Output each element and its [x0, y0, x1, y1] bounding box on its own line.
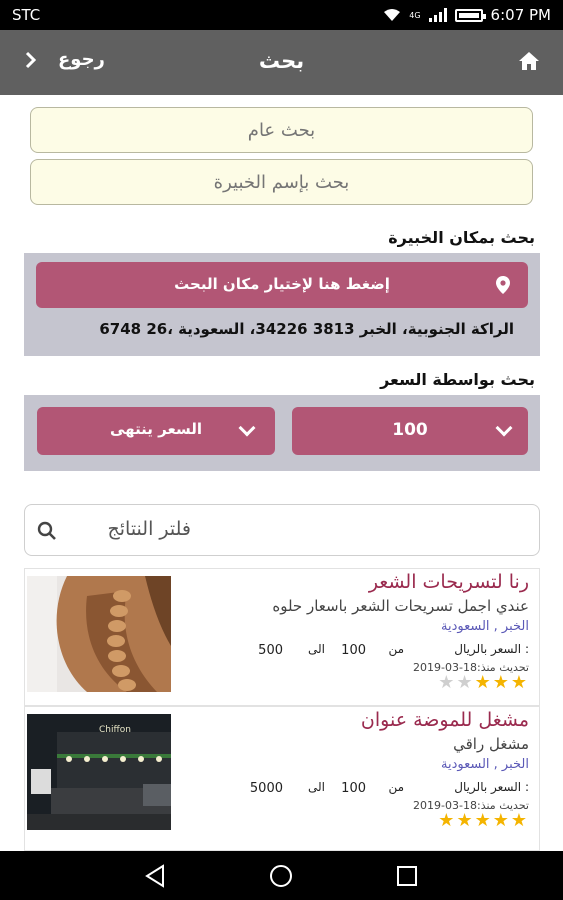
price-from-value: 100: [341, 643, 366, 658]
price-label: السعر بالريال :: [454, 780, 529, 794]
price-to-value: 5000: [249, 781, 283, 796]
battery-icon: [454, 8, 486, 22]
price-from-label: من: [388, 780, 404, 794]
network-type-label: 4G: [409, 10, 421, 20]
price-to-label: الى: [308, 780, 325, 794]
max-price-select[interactable]: السعر ينتهى: [37, 407, 275, 455]
results-filter-input[interactable]: فلتر النتائج: [24, 504, 540, 556]
price-from-label: من: [388, 642, 404, 656]
price-section-label: بحث بواسطة السعر: [380, 370, 535, 389]
star-filled-icon: ★: [492, 672, 509, 693]
expert-name-search-input[interactable]: [30, 159, 533, 205]
star-filled-icon: ★: [456, 810, 473, 831]
star-filled-icon: ★: [474, 810, 491, 831]
star-filled-icon: ★: [510, 672, 527, 693]
price-to-value: 500: [258, 643, 283, 658]
star-filled-icon: ★: [474, 672, 491, 693]
app-header: رجوع بحث: [0, 30, 563, 95]
salon-storefront-night-photo-icon: Chiffon: [27, 714, 171, 830]
rating-stars: ★ ★ ★ ★ ★: [438, 812, 527, 830]
price-panel: 100 السعر ينتهى: [24, 395, 540, 471]
search-icon: [37, 521, 56, 540]
result-name[interactable]: مشغل للموضة عنوان: [361, 709, 529, 731]
page-title: بحث: [258, 49, 305, 73]
filter-placeholder: فلتر النتائج: [107, 518, 191, 540]
star-filled-icon: ★: [492, 810, 509, 831]
result-description: عندي اجمل تسريحات الشعر باسعار حلوه: [272, 597, 529, 615]
status-bar: STC 4G 6:07 PM: [0, 0, 563, 30]
star-empty-icon: ★: [456, 672, 473, 693]
price-label: السعر بالريال :: [454, 642, 529, 656]
result-city: الخبر , السعودية: [441, 619, 529, 634]
price-from-value: 100: [341, 781, 366, 796]
min-price-select[interactable]: 100: [292, 407, 528, 455]
clock-time: 6:07 PM: [490, 6, 551, 24]
result-name[interactable]: رنا لتسريحات الشعر: [369, 571, 529, 593]
nav-recents-icon[interactable]: [395, 864, 419, 888]
result-card[interactable]: رنا لتسريحات الشعر عندي اجمل تسريحات الش…: [24, 568, 540, 706]
result-card[interactable]: Chiffon مشغل للموضة عنوان مشغل راقي الخب…: [24, 706, 540, 851]
storefront-sign-text: Chiffon: [99, 725, 131, 735]
location-section-label: بحث بمكان الخبيرة: [388, 228, 535, 247]
nav-back-icon[interactable]: [143, 863, 169, 889]
result-city: الخبر , السعودية: [441, 757, 529, 772]
wifi-icon: [384, 9, 401, 21]
home-icon[interactable]: [517, 49, 541, 73]
map-pin-icon: [496, 276, 510, 294]
selected-address: الراكة الجنوبية، الخبر 3813 34226، السعو…: [99, 320, 514, 338]
carrier-label: STC: [12, 6, 41, 24]
location-panel: إضغط هنا لإختيار مكان البحث الراكة الجنو…: [24, 253, 540, 356]
nav-home-icon[interactable]: [268, 863, 294, 889]
star-filled-icon: ★: [510, 810, 527, 831]
status-icons: 4G 6:07 PM: [383, 6, 551, 24]
star-filled-icon: ★: [438, 810, 455, 831]
system-nav-bar: [0, 851, 563, 900]
pick-location-label: إضغط هنا لإختيار مكان البحث: [174, 275, 390, 293]
rating-stars: ★ ★ ★ ★ ★: [438, 674, 527, 692]
signal-icon: [428, 8, 447, 22]
pick-location-button[interactable]: إضغط هنا لإختيار مكان البحث: [36, 262, 528, 308]
min-price-value: 100: [392, 420, 428, 440]
price-to-label: الى: [308, 642, 325, 656]
result-description: مشغل راقي: [453, 735, 529, 753]
star-empty-icon: ★: [438, 672, 455, 693]
braided-hair-photo-icon: [27, 576, 171, 692]
general-search-input[interactable]: [30, 107, 533, 153]
